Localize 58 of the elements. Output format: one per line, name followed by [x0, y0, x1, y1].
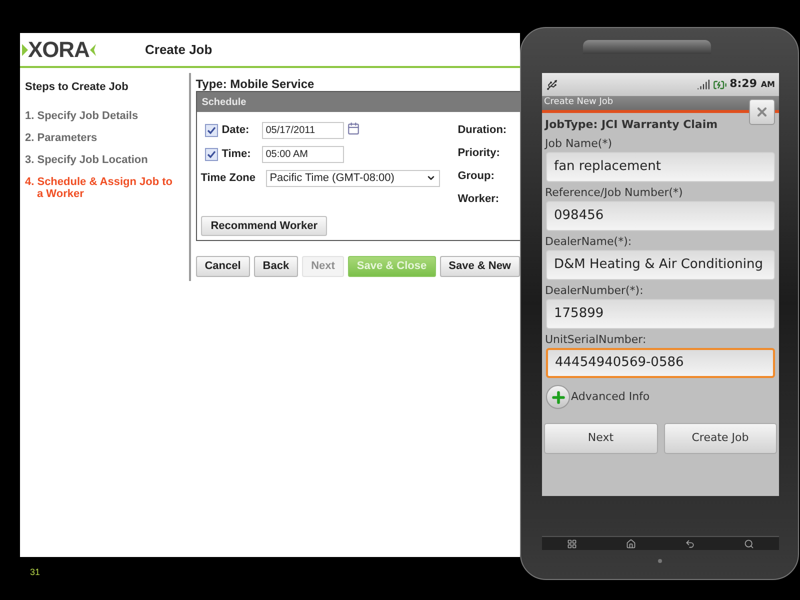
text-field[interactable]: 44454940569-0586: [546, 348, 775, 378]
section-header: Schedule: [196, 92, 520, 112]
signal-icon: [696, 78, 710, 91]
text-field[interactable]: 098456: [546, 201, 775, 231]
menu-icon[interactable]: [566, 538, 577, 548]
dropdown-icon: [426, 173, 436, 183]
chevron-left-icon: [89, 44, 96, 56]
field-label: Priority:: [458, 146, 501, 161]
home-icon[interactable]: [626, 538, 636, 548]
search-icon[interactable]: [744, 538, 754, 548]
chevron-right-icon: [22, 44, 28, 56]
back-icon[interactable]: [685, 538, 696, 548]
checkmark-icon: [206, 150, 216, 158]
status-time: 8:29 AM: [730, 76, 775, 92]
checkbox[interactable]: [204, 148, 218, 160]
job-type-label: JobType: JCI Warranty Claim: [545, 117, 719, 133]
add-button[interactable]: [546, 385, 570, 409]
field-label: DealerName(*):: [545, 234, 633, 250]
plus-icon: [550, 388, 566, 406]
usb-icon: [546, 78, 558, 90]
calendar-icon[interactable]: [346, 122, 360, 134]
form-button[interactable]: Save & New: [440, 256, 520, 277]
step-item[interactable]: 1. Specify Job Details: [25, 110, 175, 122]
recommend-worker-button[interactable]: Recommend Worker: [200, 216, 328, 236]
steps-heading: Steps to Create Job: [25, 80, 130, 95]
step-item[interactable]: 3. Specify Job Location: [25, 154, 175, 166]
text-field[interactable]: D&M Heating & Air Conditioning: [546, 250, 775, 280]
logo: XORA: [28, 38, 90, 60]
field-label: Reference/Job Number(*): [545, 185, 684, 201]
field-label: DealerNumber(*):: [545, 283, 644, 299]
phone-button[interactable]: Next: [544, 423, 658, 454]
form-button[interactable]: Back: [254, 256, 298, 277]
text-field[interactable]: fan replacement: [546, 152, 775, 182]
form-button[interactable]: Cancel: [196, 256, 250, 277]
field-label: Time Zone: [200, 170, 257, 186]
slide-number: 31: [30, 566, 40, 579]
close-button[interactable]: [749, 99, 775, 125]
title-bar: Create New Job: [542, 96, 779, 113]
field-label: Time:: [222, 146, 252, 162]
field-label: Worker:: [458, 192, 500, 207]
phone-button[interactable]: Create Job: [664, 423, 777, 454]
step-item[interactable]: 4. Schedule & Assign Job to a Worker: [25, 176, 175, 200]
checkmark-icon: [206, 126, 216, 134]
field-label: Duration:: [458, 123, 507, 138]
time-zone-dropdown[interactable]: Pacific Time (GMT-08:00): [266, 170, 440, 186]
checkbox[interactable]: [204, 124, 218, 136]
field-label: Group:: [458, 169, 496, 184]
text-field[interactable]: 175899: [546, 299, 775, 329]
date-field[interactable]: 05/17/2011: [262, 122, 344, 138]
job-type-label: Type: Mobile Service: [196, 77, 316, 91]
field-label: Date:: [222, 122, 250, 138]
page-title: Create Job: [145, 40, 212, 59]
close-icon: [755, 105, 769, 119]
field-label: UnitSerialNumber:: [545, 332, 648, 348]
advanced-info-label[interactable]: Advanced Info: [571, 388, 650, 406]
field-label: Job Name(*): [545, 136, 613, 152]
time-field[interactable]: 05:00 AM: [262, 146, 344, 162]
step-item[interactable]: 2. Parameters: [25, 132, 175, 144]
